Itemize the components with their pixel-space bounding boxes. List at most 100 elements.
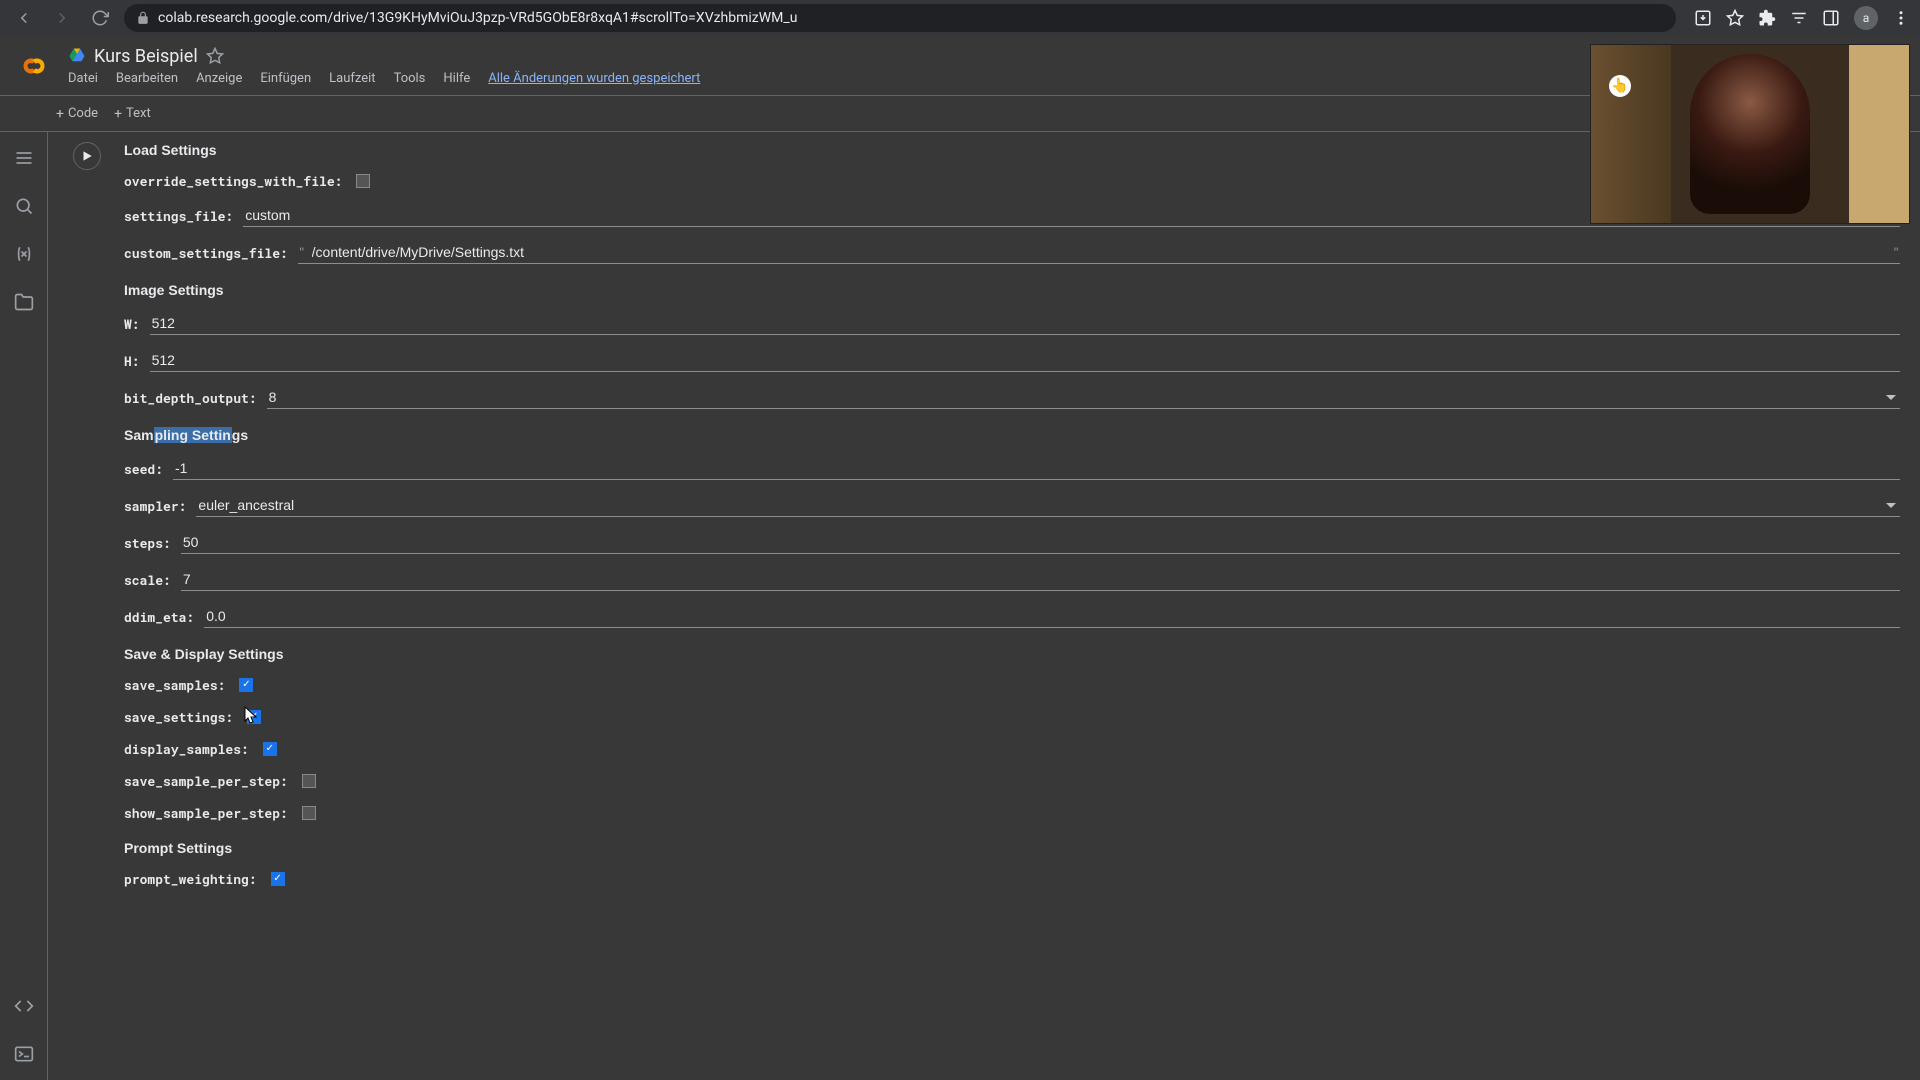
sampler-label: sampler: <box>124 497 186 515</box>
chrome-right: a <box>1686 6 1910 30</box>
prompt-weighting-label: prompt_weighting: <box>124 870 257 888</box>
drive-icon <box>68 47 86 65</box>
seed-input[interactable] <box>173 457 1900 480</box>
code-icon <box>14 996 34 1016</box>
extensions-icon[interactable] <box>1758 9 1776 27</box>
lock-icon <box>136 11 150 25</box>
show-sample-per-step-label: show_sample_per_step: <box>124 804 288 822</box>
save-settings-checkbox[interactable] <box>247 710 261 724</box>
quote-open: " <box>298 243 306 261</box>
star-icon[interactable] <box>1726 9 1744 27</box>
back-button[interactable] <box>10 4 38 32</box>
variables-button[interactable] <box>14 244 34 264</box>
display-samples-label: display_samples: <box>124 740 249 758</box>
menu-laufzeit[interactable]: Laufzeit <box>329 71 375 86</box>
toc-button[interactable] <box>14 148 34 168</box>
notebook-title[interactable]: Kurs Beispiel <box>94 46 198 67</box>
section-save: Save & Display Settings <box>124 646 1900 662</box>
add-text-button[interactable]: + Text <box>114 106 151 122</box>
chevron-down-icon <box>1886 395 1896 400</box>
steps-input[interactable] <box>181 531 1900 554</box>
forward-button[interactable] <box>48 4 76 32</box>
colab-logo[interactable] <box>16 48 52 84</box>
code-button[interactable] <box>14 996 34 1016</box>
browser-chrome: colab.research.google.com/drive/13G9KHyM… <box>0 0 1920 36</box>
filter-icon[interactable] <box>1790 9 1808 27</box>
list-icon <box>14 148 34 168</box>
terminal-icon <box>14 1044 34 1064</box>
menu-datei[interactable]: Datei <box>68 71 98 86</box>
menu-bearbeiten[interactable]: Bearbeiten <box>116 71 178 86</box>
section-sampling: Sampling Settings <box>124 427 1900 443</box>
chevron-down-icon <box>1886 503 1896 508</box>
address-bar[interactable]: colab.research.google.com/drive/13G9KHyM… <box>124 4 1676 32</box>
arrow-right-icon <box>53 9 71 27</box>
plus-icon: + <box>114 106 122 122</box>
reload-button[interactable] <box>86 4 114 32</box>
scale-label: scale: <box>124 571 171 589</box>
add-code-button[interactable]: + Code <box>56 106 98 122</box>
w-input[interactable] <box>150 312 1900 335</box>
menu-einfuegen[interactable]: Einfügen <box>260 71 311 86</box>
scale-input[interactable] <box>181 568 1900 591</box>
title-star-icon[interactable] <box>206 47 224 65</box>
webcam-bubble: 👆 <box>1609 75 1631 97</box>
reload-icon <box>91 9 109 27</box>
quote-close: " <box>1892 243 1900 261</box>
override-checkbox[interactable] <box>356 174 370 188</box>
steps-label: steps: <box>124 534 171 552</box>
seed-label: seed: <box>124 460 163 478</box>
menu-hilfe[interactable]: Hilfe <box>443 71 470 86</box>
save-settings-label: save_settings: <box>124 708 233 726</box>
custom-settings-input-container: " " <box>298 241 1900 264</box>
h-input[interactable] <box>150 349 1900 372</box>
section-image: Image Settings <box>124 282 1900 298</box>
bitdepth-label: bit_depth_output: <box>124 389 257 407</box>
terminal-button[interactable] <box>14 1044 34 1064</box>
save-samples-label: save_samples: <box>124 676 225 694</box>
save-sample-per-step-checkbox[interactable] <box>302 774 316 788</box>
arrow-left-icon <box>15 9 33 27</box>
form-cell: Load Settings override_settings_with_fil… <box>48 132 1920 908</box>
settings-file-label: settings_file: <box>124 207 233 225</box>
webcam-bg-left <box>1591 45 1671 223</box>
folder-icon <box>14 292 34 312</box>
notebook-body[interactable]: Load Settings override_settings_with_fil… <box>48 132 1920 1080</box>
files-button[interactable] <box>14 292 34 312</box>
bitdepth-select[interactable]: 8 <box>267 386 1900 409</box>
override-label: override_settings_with_file: <box>124 172 342 190</box>
section-prompt: Prompt Settings <box>124 840 1900 856</box>
run-cell-button[interactable] <box>73 142 101 170</box>
kebab-menu-icon[interactable] <box>1892 9 1910 27</box>
left-rail <box>0 132 48 1080</box>
url-text: colab.research.google.com/drive/13G9KHyM… <box>158 10 797 26</box>
webcam-bg-right <box>1849 45 1909 223</box>
search-icon <box>14 196 34 216</box>
menu-anzeige[interactable]: Anzeige <box>196 71 242 86</box>
ddim-label: ddim_eta: <box>124 608 194 626</box>
w-label: W: <box>124 315 140 333</box>
ddim-input[interactable] <box>204 605 1900 628</box>
save-samples-checkbox[interactable] <box>239 678 253 692</box>
custom-settings-label: custom_settings_file: <box>124 244 288 262</box>
panel-icon[interactable] <box>1822 9 1840 27</box>
search-button[interactable] <box>14 196 34 216</box>
save-status[interactable]: Alle Änderungen wurden gespeichert <box>488 71 700 86</box>
plus-icon: + <box>56 106 64 122</box>
sampler-select[interactable]: euler_ancestral <box>196 494 1900 517</box>
text-selection: pling Settin <box>154 427 232 443</box>
display-samples-checkbox[interactable] <box>263 742 277 756</box>
custom-settings-input[interactable] <box>312 241 1887 263</box>
avatar[interactable]: a <box>1854 6 1878 30</box>
variables-icon <box>14 244 34 264</box>
person-silhouette <box>1690 54 1810 214</box>
menu-tools[interactable]: Tools <box>394 71 426 86</box>
webcam-overlay: 👆 <box>1590 44 1910 224</box>
play-icon <box>80 149 94 163</box>
show-sample-per-step-checkbox[interactable] <box>302 806 316 820</box>
colab-logo-icon <box>16 48 52 84</box>
h-label: H: <box>124 352 140 370</box>
install-icon[interactable] <box>1694 9 1712 27</box>
save-sample-per-step-label: save_sample_per_step: <box>124 772 288 790</box>
prompt-weighting-checkbox[interactable] <box>271 872 285 886</box>
